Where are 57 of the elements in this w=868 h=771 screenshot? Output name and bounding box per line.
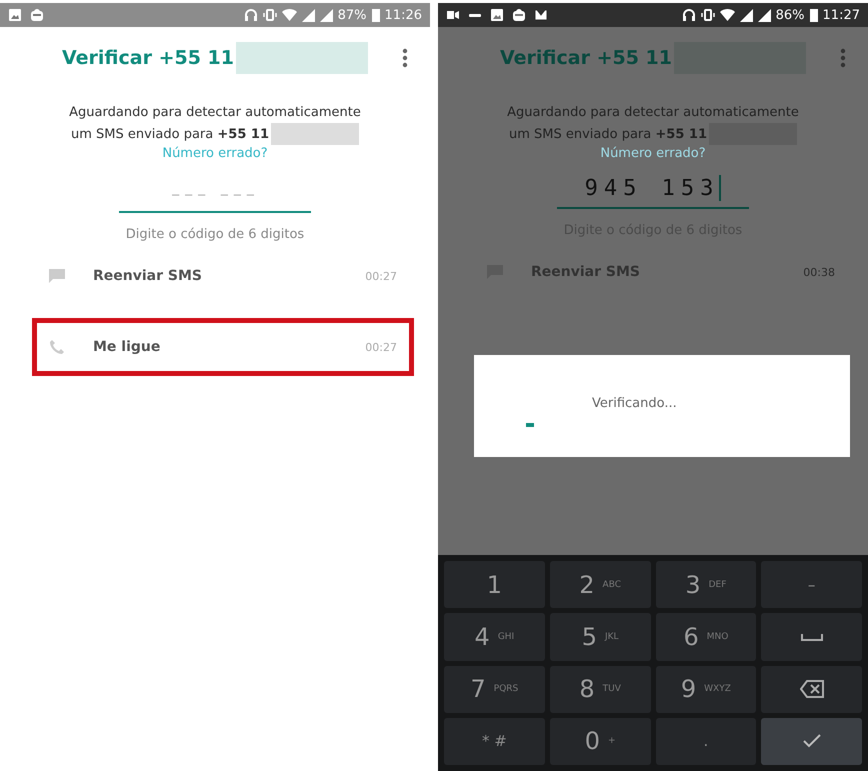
vibrate-icon: [700, 8, 715, 22]
headphones-icon: [682, 8, 696, 22]
more-options-icon[interactable]: [840, 48, 846, 68]
screen-title: Verificar +55 11: [62, 47, 234, 69]
battery-icon: [372, 8, 380, 22]
digit-key[interactable]: 9 WXYZ: [656, 666, 756, 713]
wifi-icon: [720, 8, 735, 22]
digit-key[interactable]: 1: [444, 561, 545, 608]
clock-time: 11:26: [384, 8, 422, 22]
media-icon: [446, 8, 460, 22]
signal-icon: [758, 8, 771, 22]
image-icon: [8, 8, 22, 22]
wrong-number-link[interactable]: Número errado?: [600, 146, 706, 161]
description-text: Aguardando para detectar automaticamente: [69, 104, 361, 120]
wifi-icon: [282, 8, 297, 22]
option-row[interactable]: Me ligue 00:27: [32, 318, 414, 376]
symbol-key[interactable]: .: [656, 718, 756, 765]
space-bar-icon: [800, 632, 823, 641]
digit-key[interactable]: 8 TUV: [550, 666, 650, 713]
more-options-icon[interactable]: [402, 48, 408, 68]
app-icon: [30, 8, 44, 22]
spinner-icon: [526, 423, 534, 427]
headphones-icon: [244, 8, 258, 22]
vibrate-icon: [262, 8, 277, 22]
backspace-icon: [800, 680, 824, 698]
digit-key[interactable]: 0 +: [550, 718, 650, 765]
message-icon: [49, 269, 65, 283]
code-input-field[interactable]: 945 153: [557, 169, 749, 209]
screen-title: Verificar +55 11: [500, 47, 672, 69]
description-text: um SMS enviado para +55 11: [70, 126, 269, 142]
digit-key[interactable]: 3 DEF: [656, 561, 756, 608]
app-icon: [512, 8, 526, 22]
digit-key[interactable]: 7 PQRS: [444, 666, 545, 713]
clock-time: 11:27: [822, 8, 860, 22]
battery-icon: [810, 8, 818, 22]
digit-key[interactable]: 5 JKL: [550, 613, 650, 660]
signal-icon: [740, 8, 753, 22]
option-row[interactable]: Reenviar SMS 00:27: [32, 254, 414, 298]
code-hint-text: Digite o código de 6 digitos: [126, 227, 304, 242]
digit-key[interactable]: 4 GHI: [444, 613, 545, 660]
dialog-message: Verificando...: [592, 396, 677, 410]
digit-key[interactable]: 6 MNO: [656, 613, 756, 660]
mail-icon: [534, 8, 548, 22]
phone-icon: [49, 339, 65, 355]
battery-percentage: 86%: [776, 8, 805, 22]
option-row[interactable]: Reenviar SMS 00:38: [470, 250, 852, 294]
digit-key[interactable]: 2 ABC: [550, 561, 650, 608]
signal-icon: [320, 8, 333, 22]
symbol-key[interactable]: * #: [444, 718, 545, 765]
description-text: Aguardando para detectar automaticamente: [507, 104, 799, 120]
symbol-key[interactable]: –: [761, 561, 862, 608]
backspace-key[interactable]: [761, 666, 862, 713]
checkmark-icon: [802, 733, 822, 750]
image-icon: [490, 8, 504, 22]
description-text: um SMS enviado para +55 11: [508, 126, 707, 142]
signal-icon: [302, 8, 315, 22]
battery-percentage: 87%: [338, 8, 367, 22]
